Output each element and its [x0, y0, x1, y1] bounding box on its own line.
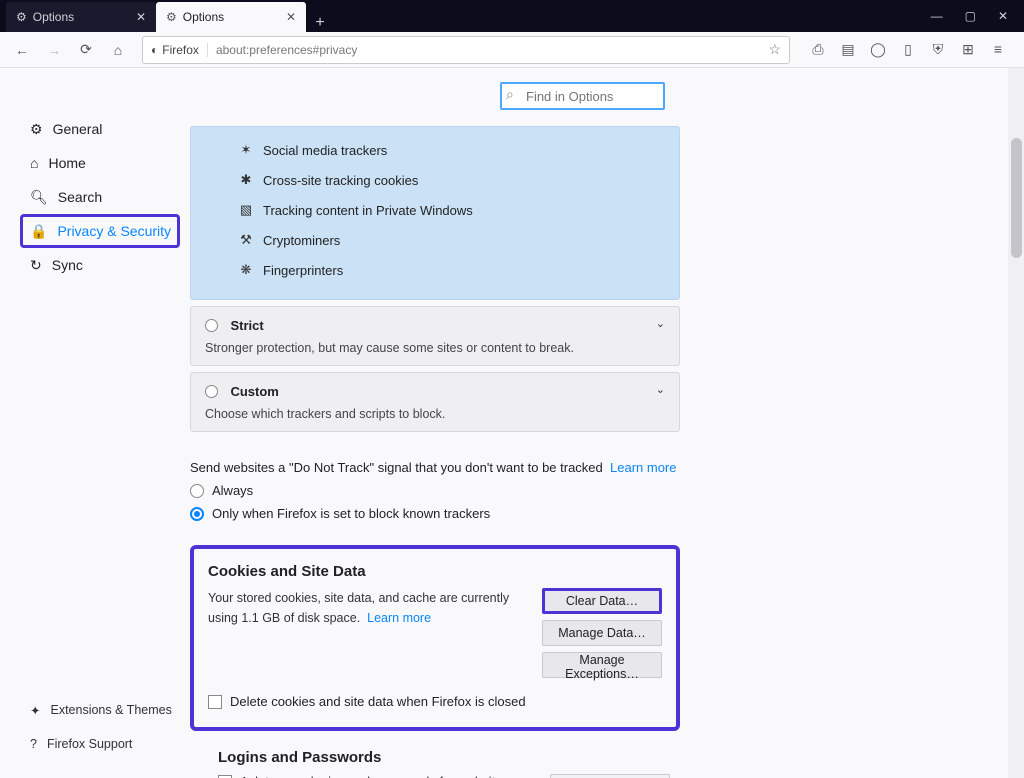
radio-custom[interactable] — [205, 385, 218, 398]
sidebar-item-search[interactable]: 🔍︎ Search — [28, 180, 190, 214]
toolbar-icons: ⎙ ▤ ◯ ▯ ⛨ ⊞ ≡ — [800, 41, 1016, 58]
navbar: ← → ⟳ ⌂ ◐ Firefox about:preferences#priv… — [0, 32, 1024, 68]
url-bar[interactable]: ◐ Firefox about:preferences#privacy ☆ — [142, 36, 790, 64]
sidebar-item-sync[interactable]: ↻ Sync — [28, 248, 190, 282]
chevron-down-icon: ⌄ — [656, 383, 665, 396]
fingerprint-icon: ❋ — [239, 262, 253, 278]
search-options-input[interactable] — [500, 82, 665, 110]
preferences-sidebar: ⚙ General ⌂ Home 🔍︎ Search 🔒 Privacy & S… — [0, 68, 190, 778]
window-controls: — ▢ ✕ — [931, 0, 1024, 32]
sidebar-item-label: Home — [48, 155, 85, 171]
help-icon: ? — [30, 737, 37, 751]
sidebar-item-label: Search — [58, 189, 102, 205]
close-icon[interactable]: ✕ — [286, 10, 296, 24]
delete-on-close-checkbox[interactable] — [208, 695, 222, 709]
standard-protection-box: ✶Social media trackers ✱Cross-site track… — [190, 126, 680, 300]
social-icon: ✶ — [239, 142, 253, 158]
sync-icon: ↻ — [30, 257, 42, 274]
sidebar-item-label: Firefox Support — [47, 737, 132, 751]
home-icon: ⌂ — [30, 155, 38, 171]
bookmark-star-icon[interactable]: ☆ — [768, 41, 781, 58]
shield-icon[interactable]: ⛨ — [930, 41, 946, 58]
home-button[interactable]: ⌂ — [104, 36, 132, 64]
forward-button[interactable]: → — [40, 36, 68, 64]
chevron-down-icon: ⌄ — [656, 317, 665, 330]
sidebar-item-general[interactable]: ⚙ General — [28, 112, 190, 146]
scrollbar[interactable] — [1008, 68, 1024, 778]
cookies-description: Your stored cookies, site data, and cach… — [208, 588, 520, 678]
tab-options-active[interactable]: ⚙ Options ✕ — [156, 2, 306, 32]
miner-icon: ⚒ — [239, 232, 253, 248]
protection-custom-row[interactable]: Custom ⌄ Choose which trackers and scrip… — [190, 372, 680, 432]
protection-strict-row[interactable]: Strict ⌄ Stronger protection, but may ca… — [190, 306, 680, 366]
search-icon: 🔍︎ — [30, 189, 48, 206]
sidebar-item-label: Extensions & Themes — [50, 703, 171, 717]
sidebar-item-home[interactable]: ⌂ Home — [28, 146, 190, 180]
sidebar-icon[interactable]: ▤ — [840, 41, 856, 58]
titlebar: ⚙ Options ✕ ⚙ Options ✕ + — ▢ ✕ — [0, 0, 1024, 32]
gear-icon: ⚙ — [16, 10, 27, 24]
tracker-social: ✶Social media trackers — [209, 135, 661, 165]
dnt-only-row[interactable]: Only when Firefox is set to block known … — [190, 506, 680, 521]
url-text: about:preferences#privacy — [216, 43, 761, 57]
clear-data-button[interactable]: Clear Data… — [542, 588, 662, 614]
tracker-content: ▧Tracking content in Private Windows — [209, 195, 661, 225]
ask-save-checkbox[interactable] — [218, 775, 232, 778]
cookie-icon: ✱ — [239, 172, 253, 188]
identity-box[interactable]: ◐ Firefox — [151, 43, 208, 57]
logins-section: Logins and Passwords Ask to save logins … — [190, 749, 680, 778]
minimize-icon[interactable]: — — [931, 9, 943, 23]
dnt-learn-more-link[interactable]: Learn more — [610, 460, 676, 475]
content-icon: ▧ — [239, 202, 253, 218]
tracker-cookies: ✱Cross-site tracking cookies — [209, 165, 661, 195]
tab-label: Options — [33, 10, 74, 24]
tab-label: Options — [183, 10, 224, 24]
radio-only-known[interactable] — [190, 507, 204, 521]
dnt-section: Send websites a "Do Not Track" signal th… — [190, 460, 680, 521]
menu-icon[interactable]: ≡ — [990, 41, 1006, 58]
account-icon[interactable]: ◯ — [870, 41, 886, 58]
tab-options-inactive[interactable]: ⚙ Options ✕ — [6, 2, 156, 32]
sidebar-item-label: Privacy & Security — [57, 223, 171, 239]
maximize-icon[interactable]: ▢ — [965, 9, 976, 23]
delete-on-close-row[interactable]: Delete cookies and site data when Firefo… — [208, 694, 662, 709]
close-icon[interactable]: ✕ — [136, 10, 146, 24]
logins-exceptions-button[interactable]: Exceptions… — [550, 774, 670, 778]
sidebar-item-label: Sync — [52, 257, 83, 273]
gear-icon: ⚙ — [166, 10, 177, 24]
close-window-icon[interactable]: ✕ — [998, 9, 1008, 23]
sidebar-item-label: General — [53, 121, 103, 137]
cookies-section: Cookies and Site Data Your stored cookie… — [190, 545, 680, 731]
tracker-cryptominers: ⚒Cryptominers — [209, 225, 661, 255]
identity-label: Firefox — [162, 43, 199, 57]
lock-icon: 🔒 — [30, 223, 47, 240]
radio-always[interactable] — [190, 484, 204, 498]
protection-icon[interactable]: ▯ — [900, 41, 916, 58]
dnt-always-row[interactable]: Always — [190, 483, 680, 498]
content: ✶Social media trackers ✱Cross-site track… — [190, 68, 1024, 778]
sidebar-support[interactable]: ? Firefox Support — [28, 730, 190, 758]
main: ⚙ General ⌂ Home 🔍︎ Search 🔒 Privacy & S… — [0, 68, 1024, 778]
library-icon[interactable]: ⎙ — [810, 41, 826, 58]
tracker-fingerprinters: ❋Fingerprinters — [209, 255, 661, 285]
firefox-icon: ◐ — [151, 43, 158, 57]
sidebar-extensions[interactable]: ✦ Extensions & Themes — [28, 696, 190, 724]
back-button[interactable]: ← — [8, 36, 36, 64]
extensions-icon[interactable]: ⊞ — [960, 41, 976, 58]
ask-save-row[interactable]: Ask to save logins and passwords for web… — [218, 774, 538, 778]
sidebar-item-privacy[interactable]: 🔒 Privacy & Security — [20, 214, 180, 248]
scroll-thumb[interactable] — [1011, 138, 1022, 258]
logins-heading: Logins and Passwords — [218, 749, 680, 766]
radio-strict[interactable] — [205, 319, 218, 332]
manage-data-button[interactable]: Manage Data… — [542, 620, 662, 646]
cookies-learn-more-link[interactable]: Learn more — [367, 611, 431, 625]
reload-button[interactable]: ⟳ — [72, 36, 100, 64]
cookies-heading: Cookies and Site Data — [208, 563, 662, 580]
manage-exceptions-button[interactable]: Manage Exceptions… — [542, 652, 662, 678]
puzzle-icon: ✦ — [30, 703, 40, 718]
gear-icon: ⚙ — [30, 121, 43, 138]
new-tab-button[interactable]: + — [306, 14, 334, 32]
